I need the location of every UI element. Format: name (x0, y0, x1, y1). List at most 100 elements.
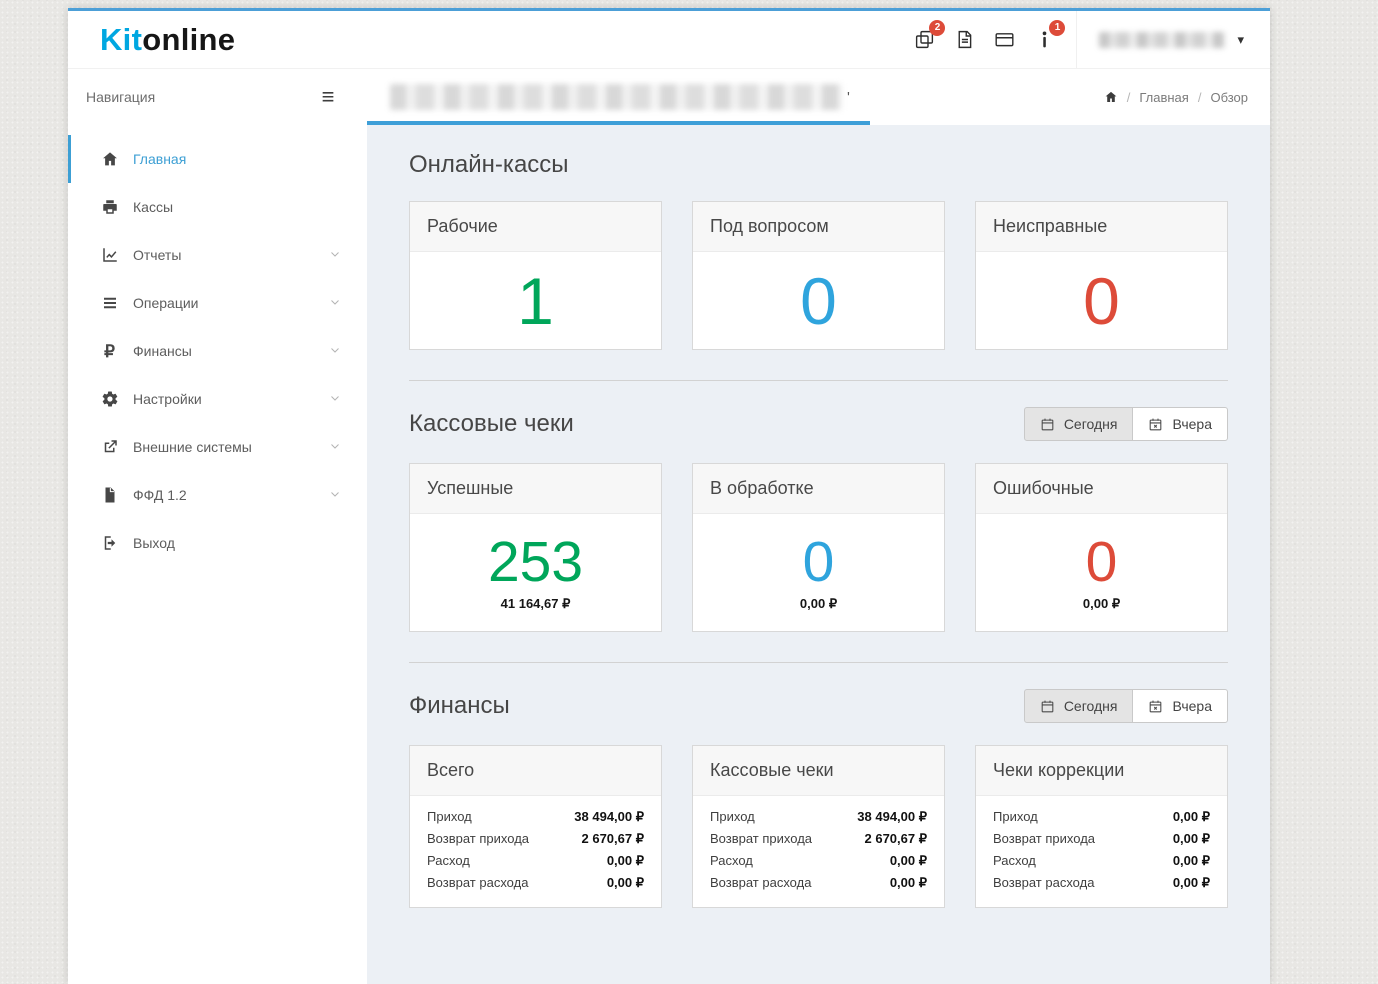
finance-row: Расход 0,00 ₽ (993, 853, 1210, 868)
info-badge: 1 (1049, 19, 1066, 36)
chevron-down-icon (329, 295, 341, 311)
devices-badge: 2 (929, 19, 946, 36)
card-processing: В обработке 0 0,00 ₽ (692, 463, 945, 632)
sidebar-item-label: Отчеты (133, 247, 182, 263)
card-amount: 0,00 ₽ (1082, 595, 1121, 611)
sidebar-item-ffd[interactable]: ФФД 1.2 (68, 471, 367, 519)
line-chart-icon (100, 246, 119, 265)
breadcrumb-item-current: Обзор (1210, 89, 1248, 105)
card-finance-corrections: Чеки коррекции Приход 0,00 ₽ Возврат прих… (975, 745, 1228, 908)
finance-row: Возврат прихода 2 670,67 ₽ (427, 831, 644, 846)
chevron-down-icon (329, 439, 341, 455)
breadcrumb-separator (1198, 90, 1202, 105)
card-title: Под вопросом (693, 202, 944, 252)
breadcrumb-item-main[interactable]: Главная (1139, 90, 1188, 105)
sidebar-item-nastroyki[interactable]: Настройки (68, 375, 367, 423)
receipts-yesterday-button[interactable]: Вчера (1132, 407, 1228, 441)
card-value: 0 (1085, 529, 1118, 594)
chevron-down-icon: ▾ (1237, 31, 1244, 47)
app-window: Kitonline 2 1 ▾ Навигация ≡ ' / Главная … (68, 8, 1270, 984)
sidebar-item-label: Внешние системы (133, 439, 252, 455)
payments-button[interactable] (984, 11, 1024, 69)
page-title: ' (390, 84, 850, 110)
finance-row: Приход 0,00 ₽ (993, 809, 1210, 824)
sidebar-item-otchety[interactable]: Отчеты (68, 231, 367, 279)
chevron-down-icon (329, 487, 341, 503)
printer-icon (100, 198, 119, 217)
card-value: 0 (1083, 263, 1120, 338)
document-icon (958, 30, 972, 49)
sidebar-item-finansy[interactable]: ₽ Финансы (68, 327, 367, 375)
chevron-down-icon (329, 343, 341, 359)
chevron-down-icon (329, 391, 341, 407)
sidebar-item-label: Финансы (133, 343, 192, 359)
ruble-icon: ₽ (104, 341, 115, 361)
top-header: Kitonline 2 1 ▾ (68, 11, 1270, 69)
sidebar-item-vyhod[interactable]: Выход (68, 519, 367, 567)
finance-row: Возврат расхода 0,00 ₽ (993, 875, 1210, 890)
card-errors: Ошибочные 0 0,00 ₽ (975, 463, 1228, 632)
section-divider (409, 380, 1228, 381)
card-value: 253 (487, 529, 584, 594)
sidebar-header: Навигация ≡ (68, 69, 367, 125)
sign-out-icon (100, 534, 119, 553)
home-icon (1105, 91, 1117, 102)
section-title-cashdesks: Онлайн-кассы (409, 151, 569, 178)
user-menu[interactable]: ▾ (1076, 11, 1270, 68)
section-online-cashdesks: Онлайн-кассы Рабочие 1 Под вопросом 0 Не… (409, 151, 1228, 350)
card-title: Всего (410, 746, 661, 796)
gear-icon (100, 390, 119, 409)
card-successful: Успешные 253 41 164,67 ₽ (409, 463, 662, 632)
finance-row: Расход 0,00 ₽ (427, 853, 644, 868)
finance-yesterday-button[interactable]: Вчера (1132, 689, 1228, 723)
list-icon (100, 294, 119, 313)
sidebar-item-label: Настройки (133, 391, 202, 407)
section-title-finance: Финансы (409, 692, 510, 719)
card-title: В обработке (693, 464, 944, 514)
calendar-times-icon (1150, 418, 1162, 430)
breadcrumb-home-link[interactable] (1104, 90, 1118, 104)
receipts-today-button[interactable]: Сегодня (1023, 407, 1134, 441)
sidebar-item-label: Операции (133, 295, 199, 311)
breadcrumb: Главная Обзор (1104, 90, 1248, 105)
active-tab-underline (367, 121, 870, 125)
finance-row: Расход 0,00 ₽ (710, 853, 927, 868)
card-title: Кассовые чеки (693, 746, 944, 796)
header-actions: 2 1 ▾ (904, 11, 1270, 68)
section-receipts: Кассовые чеки Сегодня Вчера Успешные 253… (409, 407, 1228, 632)
sidebar-item-kassy[interactable]: Кассы (68, 183, 367, 231)
card-amount: 41 164,67 ₽ (500, 595, 571, 611)
brand-logo-primary: Kit (100, 21, 143, 57)
sidebar-toggle-button[interactable]: ≡ (305, 76, 351, 118)
card-title: Успешные (410, 464, 661, 514)
breadcrumb-separator (1127, 90, 1131, 105)
brand-logo[interactable]: Kitonline (68, 22, 235, 58)
finance-today-button[interactable]: Сегодня (1023, 689, 1134, 723)
file-icon (100, 486, 119, 505)
section-finance: Финансы Сегодня Вчера Всего Приход 38 49… (409, 689, 1228, 908)
receipts-date-filter: Сегодня Вчера (1023, 407, 1228, 441)
card-title: Рабочие (410, 202, 661, 252)
section-divider (409, 662, 1228, 663)
sidebar-item-vneshnie-sistemy[interactable]: Внешние системы (68, 423, 367, 471)
info-button[interactable]: 1 (1024, 11, 1066, 69)
calendar-icon (1041, 700, 1054, 712)
sidebar-nav: Главная Кассы Отчеты Операции ₽ Финансы (68, 125, 367, 984)
documents-button[interactable] (944, 11, 984, 69)
sidebar-item-operacii[interactable]: Операции (68, 279, 367, 327)
card-title: Чеки коррекции (976, 746, 1227, 796)
sub-header: Навигация ≡ ' Главная Обзор (68, 69, 1270, 125)
card-finance-total: Всего Приход 38 494,00 ₽ Возврат прихода 2… (409, 745, 662, 908)
section-title-receipts: Кассовые чеки (409, 410, 574, 437)
card-value: 0 (800, 263, 837, 338)
main-content: Онлайн-кассы Рабочие 1 Под вопросом 0 Не… (367, 125, 1270, 984)
brand-logo-secondary: online (142, 21, 236, 57)
card-working: Рабочие 1 (409, 201, 662, 350)
sidebar-item-glavnaya[interactable]: Главная (68, 135, 367, 183)
finance-row: Приход 38 494,00 ₽ (427, 809, 644, 824)
devices-button[interactable]: 2 (904, 11, 946, 69)
card-title: Неисправные (976, 202, 1227, 252)
home-icon (100, 150, 119, 169)
external-link-icon (100, 438, 119, 457)
card-amount: 0,00 ₽ (799, 595, 838, 611)
